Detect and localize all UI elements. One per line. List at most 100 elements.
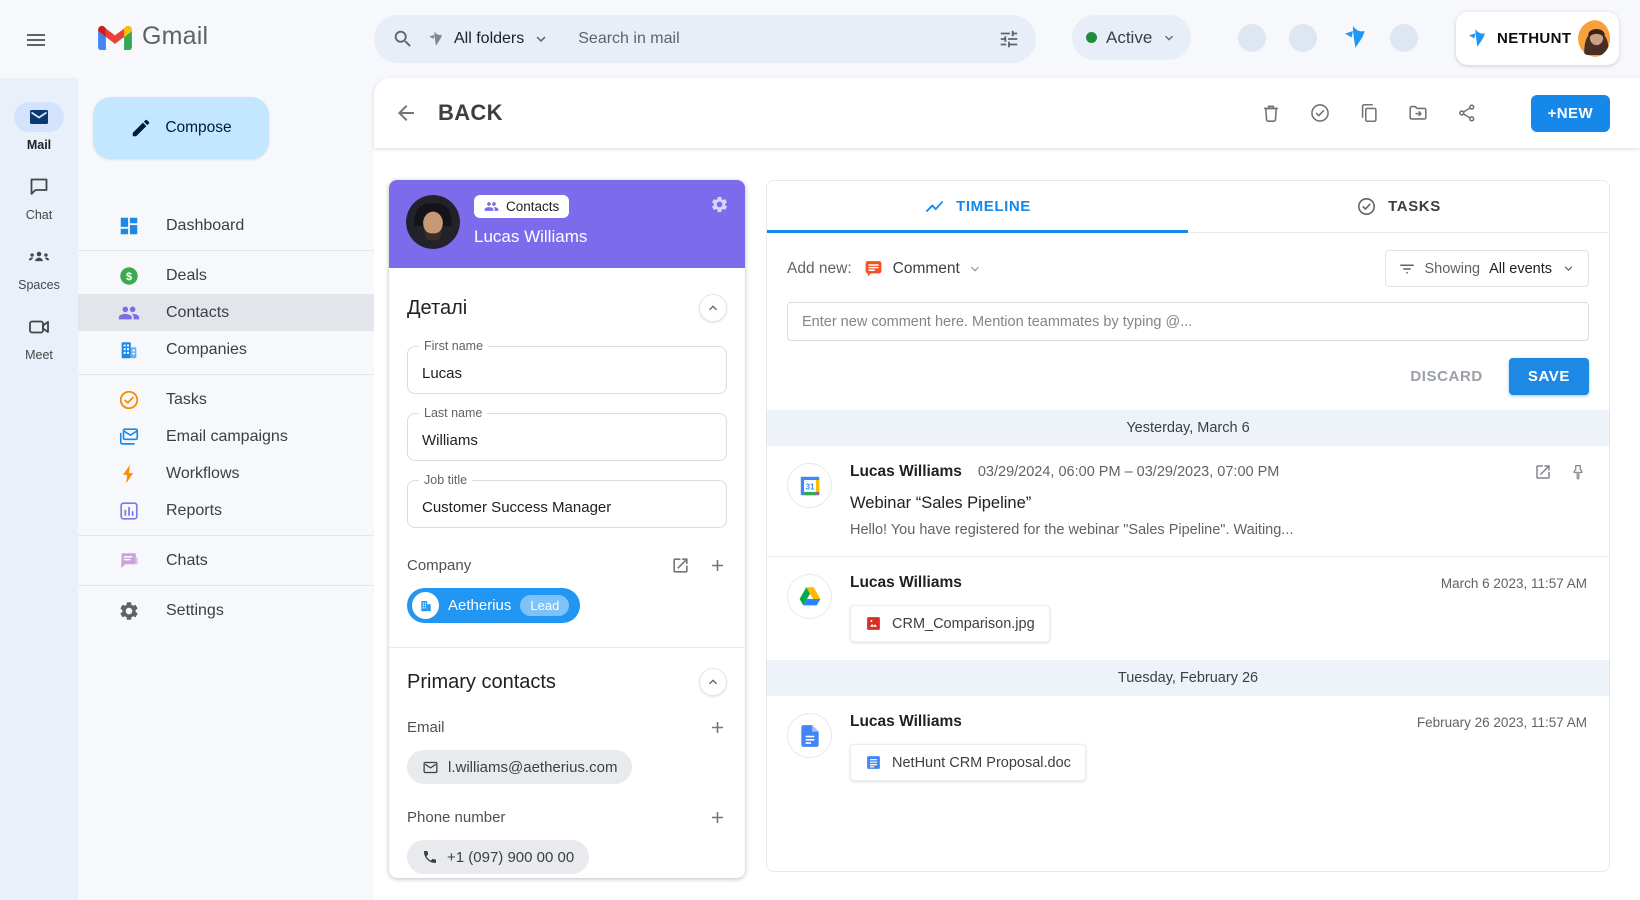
last-name-input[interactable] [422, 432, 712, 449]
sidebar-item-label: Tasks [166, 391, 207, 409]
pin-icon[interactable] [1569, 463, 1587, 481]
sidebar-item-label: Companies [166, 341, 247, 359]
main-menu-icon[interactable] [24, 28, 48, 52]
tab-tasks[interactable]: TASKS [1188, 181, 1609, 232]
sidebar-item-dashboard[interactable]: Dashboard [78, 207, 374, 244]
gear-icon[interactable] [710, 195, 729, 214]
sidebar-item-email-campaigns[interactable]: Email campaigns [78, 418, 374, 455]
date-divider: Yesterday, March 6 [767, 410, 1609, 446]
field-label: Last name [419, 406, 487, 420]
comment-input[interactable] [787, 302, 1589, 341]
open-company-icon[interactable] [671, 556, 690, 575]
event-author: Lucas Williams [850, 463, 962, 481]
open-in-new-icon[interactable] [1534, 463, 1552, 481]
sidebar-item-reports[interactable]: Reports [78, 492, 374, 529]
collapse-primary-button[interactable] [699, 668, 727, 696]
workflows-icon [118, 463, 140, 485]
email-chip[interactable]: l.williams@aetherius.com [407, 750, 632, 784]
user-avatar[interactable] [1578, 20, 1610, 57]
company-status-badge: Lead [520, 595, 569, 616]
back-button[interactable] [394, 101, 418, 125]
delete-icon[interactable] [1260, 102, 1282, 124]
job-title-input[interactable] [422, 499, 712, 516]
first-name-field[interactable]: First name [407, 346, 727, 394]
discard-button[interactable]: DISCARD [1410, 368, 1483, 385]
search-input[interactable]: Search in mail [578, 30, 998, 48]
sidebar-item-chats[interactable]: Chats [78, 542, 374, 579]
mail-icon [14, 102, 64, 132]
last-name-field[interactable]: Last name [407, 413, 727, 461]
share-icon[interactable] [1456, 102, 1478, 124]
event-filter-dropdown[interactable]: Showing All events [1385, 250, 1590, 287]
rail-item-chat[interactable]: Chat [14, 172, 64, 222]
attachment-chip[interactable]: CRM_Comparison.jpg [850, 605, 1050, 642]
sidebar-item-contacts[interactable]: Contacts [78, 294, 374, 331]
divider [78, 250, 374, 251]
move-to-folder-icon[interactable] [1407, 102, 1429, 124]
collapse-details-button[interactable] [699, 294, 727, 322]
email-value: l.williams@aetherius.com [448, 759, 617, 776]
mark-complete-icon[interactable] [1309, 102, 1331, 124]
rail-item-label: Mail [27, 138, 51, 152]
dashboard-icon [118, 215, 140, 237]
rail-item-spaces[interactable]: Spaces [14, 242, 64, 292]
company-chip[interactable]: Aetherius Lead [407, 588, 580, 623]
comment-composer: Add new: Comment Showing All events [767, 233, 1609, 410]
sidebar-item-settings[interactable]: Settings [78, 592, 374, 629]
new-record-button[interactable]: +NEW [1531, 95, 1610, 132]
divider [78, 585, 374, 586]
rail-item-label: Chat [26, 208, 52, 222]
sidebar-item-workflows[interactable]: Workflows [78, 455, 374, 492]
google-calendar-icon: 31 [787, 463, 832, 508]
compose-button[interactable]: Compose [93, 97, 269, 159]
sidebar-item-deals[interactable]: $ Deals [78, 257, 374, 294]
timeline-icon [924, 196, 945, 217]
gmail-logo[interactable]: Gmail [98, 22, 208, 51]
add-new-type[interactable]: Comment [893, 260, 960, 278]
tab-timeline[interactable]: TIMELINE [767, 181, 1188, 232]
field-label: Job title [419, 473, 472, 487]
search-scope-dropdown[interactable]: All folders [426, 29, 550, 49]
reports-icon [118, 500, 140, 522]
rail-item-mail[interactable]: Mail [14, 102, 64, 152]
event-body: Hello! You have registered for the webin… [850, 522, 1587, 538]
record-toolbar: +NEW [1260, 95, 1610, 132]
nethunt-extension-icon[interactable] [1340, 22, 1371, 53]
phone-value: +1 (097) 900 00 00 [447, 849, 574, 866]
record-type-badge[interactable]: Contacts [474, 195, 569, 218]
add-email-icon[interactable] [708, 718, 727, 737]
add-phone-icon[interactable] [708, 808, 727, 827]
timeline-panel: TIMELINE TASKS Add new: Comment [766, 180, 1610, 872]
first-name-input[interactable] [422, 365, 712, 382]
nethunt-scope-icon [426, 29, 446, 49]
attachment-chip[interactable]: NetHunt CRM Proposal.doc [850, 744, 1086, 781]
add-company-icon[interactable] [708, 556, 727, 575]
search-options-icon[interactable] [998, 28, 1020, 50]
phone-chip[interactable]: +1 (097) 900 00 00 [407, 840, 589, 874]
top-bar: Gmail All folders Search in mail Active [0, 0, 1640, 78]
tasks-icon [118, 389, 140, 411]
status-dot [1086, 32, 1097, 43]
duplicate-icon[interactable] [1358, 102, 1380, 124]
field-label: First name [419, 339, 488, 353]
nethunt-brand-label: NetHunt [1497, 30, 1571, 47]
rail-item-meet[interactable]: Meet [14, 312, 64, 362]
availability-status[interactable]: Active [1072, 15, 1191, 60]
search-bar[interactable]: All folders Search in mail [374, 15, 1036, 63]
phone-label: Phone number [407, 809, 505, 826]
google-docs-icon [787, 713, 832, 758]
attachment-name: CRM_Comparison.jpg [892, 616, 1035, 632]
save-button[interactable]: SAVE [1509, 358, 1589, 395]
phone-icon [422, 849, 438, 865]
job-title-field[interactable]: Job title [407, 480, 727, 528]
sidebar-item-companies[interactable]: Companies [78, 331, 374, 368]
nethunt-account-card[interactable]: NetHunt [1456, 12, 1619, 65]
sidebar-item-tasks[interactable]: Tasks [78, 381, 374, 418]
chevron-down-icon[interactable] [967, 261, 983, 277]
meet-icon [14, 312, 64, 342]
search-icon[interactable] [392, 28, 414, 50]
primary-contacts-title: Primary contacts [407, 671, 556, 694]
compose-icon [130, 117, 152, 139]
sidebar-item-label: Settings [166, 602, 224, 620]
companies-icon [118, 339, 140, 361]
